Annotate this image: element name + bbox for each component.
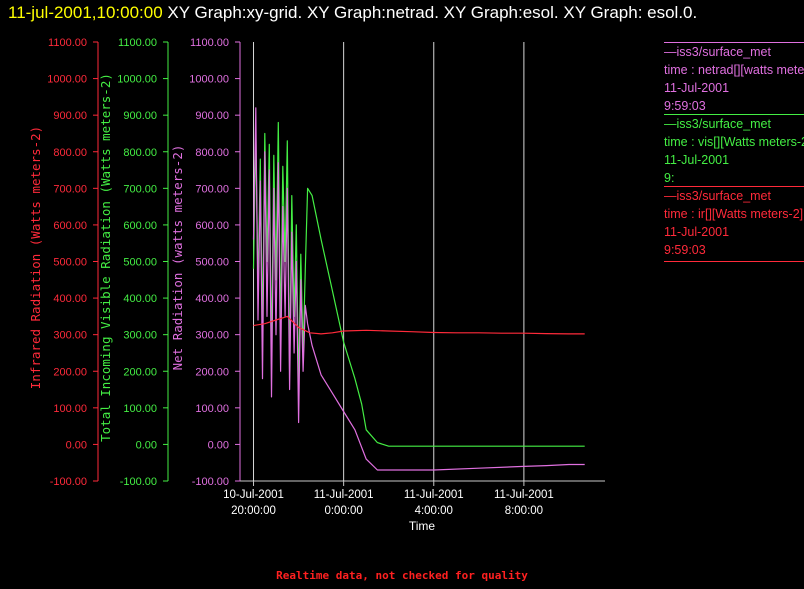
legend-time: 9: — [664, 171, 675, 185]
y-tick-label: 200.00 — [195, 366, 229, 378]
x-tick-label-date: 11-Jul-2001 — [404, 489, 464, 501]
legend-netrad: —iss3/surface_met time : netrad[][watts … — [664, 42, 804, 115]
y-tick-label: 600.00 — [195, 220, 229, 232]
y-tick-label: 1100.00 — [48, 37, 87, 49]
y-tick-label: 800.00 — [53, 147, 87, 159]
y-tick-label: 100.00 — [195, 403, 229, 415]
y-tick-label: 800.00 — [195, 147, 229, 159]
y-tick-label: 0.00 — [208, 439, 229, 451]
x-axis-title: Time — [409, 519, 436, 533]
legend-source: —iss3/surface_met — [664, 45, 771, 59]
legend-time: 9:59:03 — [664, 99, 706, 113]
x-tick-label-date: 10-Jul-2001 — [223, 489, 284, 501]
y-tick-label: 1100.00 — [118, 37, 157, 49]
y-tick-label: 300.00 — [53, 330, 87, 342]
y-axis-title: Infrared Radiation (Watts meters-2) — [28, 126, 43, 389]
series-line-netrad — [252, 107, 585, 471]
y-tick-label: 0.00 — [136, 439, 157, 451]
legend-vis: —iss3/surface_met time : vis[][Watts met… — [664, 114, 804, 187]
y-tick-label: 1000.00 — [117, 74, 157, 86]
series-line-vis — [252, 121, 585, 447]
y-tick-label: 1000.00 — [47, 74, 87, 86]
y-tick-label: 100.00 — [123, 403, 157, 415]
x-tick-label-time: 20:00:00 — [231, 505, 276, 517]
y-tick-label: 1000.00 — [189, 74, 229, 86]
y-tick-label: 0.00 — [66, 439, 87, 451]
legend-source: —iss3/surface_met — [664, 117, 771, 131]
legend-variable: time : netrad[][watts meters-2] — [664, 63, 804, 77]
y-tick-label: 300.00 — [195, 330, 229, 342]
y-tick-label: 300.00 — [123, 330, 157, 342]
x-tick-label-time: 0:00:00 — [324, 505, 362, 517]
quality-notice: Realtime data, not checked for quality — [276, 569, 528, 582]
y-tick-label: -100.00 — [120, 476, 157, 488]
y-tick-label: 200.00 — [123, 366, 157, 378]
y-tick-label: 100.00 — [53, 403, 87, 415]
legend-time: 9:59:03 — [664, 243, 706, 257]
y-tick-label: -100.00 — [192, 476, 229, 488]
x-tick-label-date: 11-Jul-2001 — [314, 489, 374, 501]
y-tick-label: 400.00 — [195, 293, 229, 305]
legend-separator — [664, 261, 804, 262]
y-tick-label: 900.00 — [53, 110, 87, 122]
y-tick-label: 600.00 — [123, 220, 157, 232]
legend-date: 11-Jul-2001 — [664, 81, 730, 95]
y-tick-label: 800.00 — [123, 147, 157, 159]
y-tick-label: 500.00 — [53, 257, 87, 269]
legend-variable: time : vis[][Watts meters-2] — [664, 135, 804, 149]
y-tick-label: 700.00 — [123, 183, 157, 195]
y-tick-label: 700.00 — [53, 183, 87, 195]
legend-source: —iss3/surface_met — [664, 189, 771, 203]
y-tick-label: -100.00 — [50, 476, 87, 488]
y-tick-label: 200.00 — [53, 366, 87, 378]
y-tick-label: 500.00 — [195, 257, 229, 269]
y-tick-label: 700.00 — [195, 183, 229, 195]
legend-date: 11-Jul-2001 — [664, 225, 730, 239]
y-tick-label: 500.00 — [123, 257, 157, 269]
x-tick-label-time: 8:00:00 — [505, 505, 543, 517]
x-tick-label-date: 11-Jul-2001 — [494, 489, 554, 501]
y-tick-label: 900.00 — [123, 110, 157, 122]
legend-date: 11-Jul-2001 — [664, 153, 730, 167]
y-tick-label: 400.00 — [53, 293, 87, 305]
x-tick-label-time: 4:00:00 — [415, 505, 453, 517]
legend-ir: —iss3/surface_met time : ir[][Watts mete… — [664, 186, 804, 262]
y-tick-label: 900.00 — [195, 110, 229, 122]
y-tick-label: 1100.00 — [190, 37, 229, 49]
y-axis-title: Total Incoming Visible Radiation (Watts … — [98, 73, 113, 442]
y-tick-label: 400.00 — [123, 293, 157, 305]
y-tick-label: 600.00 — [53, 220, 87, 232]
y-axis-title: Net Radiation (watts meters-2) — [170, 145, 185, 371]
legend-variable: time : ir[][Watts meters-2] — [664, 207, 804, 221]
